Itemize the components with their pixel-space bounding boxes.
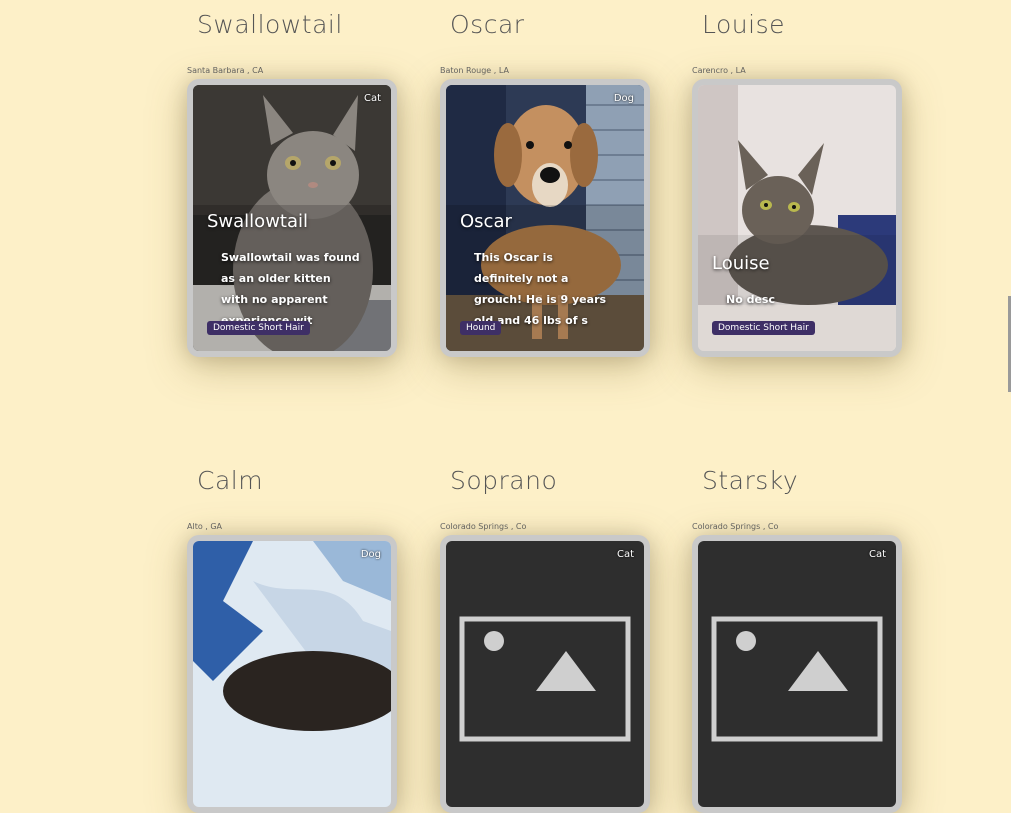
pet-photo[interactable]: Dog Oscar This Oscar is definitely not a… — [446, 85, 644, 351]
species-label: Cat — [363, 93, 381, 104]
pet-location: Baton Rouge , LA — [440, 66, 509, 75]
pet-photo-frame[interactable]: Cat — [692, 535, 902, 813]
pet-photo-frame[interactable]: Dog — [187, 535, 397, 813]
pet-description: This Oscar is definitely not a grouch! H… — [474, 251, 607, 327]
image-placeholder-icon — [711, 616, 883, 742]
pet-title: Swallowtail — [197, 10, 343, 39]
pet-location: Colorado Springs , Co — [440, 522, 527, 531]
pet-description: No desc — [726, 293, 775, 306]
image-placeholder-icon — [459, 616, 631, 742]
pet-photo[interactable]: Cat Swallowtail Swallowtail was found as… — [193, 85, 391, 351]
pet-name-overlay: Oscar — [460, 211, 512, 232]
pet-title: Soprano — [450, 466, 558, 495]
pet-photo-frame[interactable]: Cat Swallowtail Swallowtail was found as… — [187, 79, 397, 357]
pet-photo[interactable]: Dog — [193, 541, 391, 807]
pet-title: Starsky — [702, 466, 799, 495]
pet-title: Calm — [197, 466, 264, 495]
pet-photo[interactable]: Louise No desc Domestic Short Hair — [698, 85, 896, 351]
species-label: Cat — [616, 549, 634, 560]
pet-title: Louise — [702, 10, 785, 39]
dog-photo-illustration — [193, 541, 391, 807]
breed-badge[interactable]: Hound — [460, 321, 502, 335]
pet-location: Santa Barbara , CA — [187, 66, 264, 75]
breed-badge[interactable]: Domestic Short Hair — [712, 321, 815, 335]
pet-location: Alto , GA — [187, 522, 223, 531]
pet-photo-placeholder[interactable]: Cat — [698, 541, 896, 807]
species-label: Dog — [360, 549, 381, 560]
pet-photo-frame[interactable]: Dog Oscar This Oscar is definitely not a… — [440, 79, 650, 357]
cat-photo-illustration — [698, 85, 896, 351]
breed-badge[interactable]: Domestic Short Hair — [207, 321, 310, 335]
pet-description: Swallowtail was found as an older kitten… — [221, 251, 360, 327]
species-label: Cat — [868, 549, 886, 560]
pet-name-overlay: Swallowtail — [207, 211, 309, 232]
pet-photo-frame[interactable]: Louise No desc Domestic Short Hair — [692, 79, 902, 357]
pet-title: Oscar — [450, 10, 525, 39]
pet-photo-frame[interactable]: Cat — [440, 535, 650, 813]
species-label: Dog — [613, 93, 634, 104]
pet-location: Carencro , LA — [692, 66, 746, 75]
pet-name-overlay: Louise — [712, 253, 770, 274]
pet-location: Colorado Springs , Co — [692, 522, 779, 531]
pet-photo-placeholder[interactable]: Cat — [446, 541, 644, 807]
